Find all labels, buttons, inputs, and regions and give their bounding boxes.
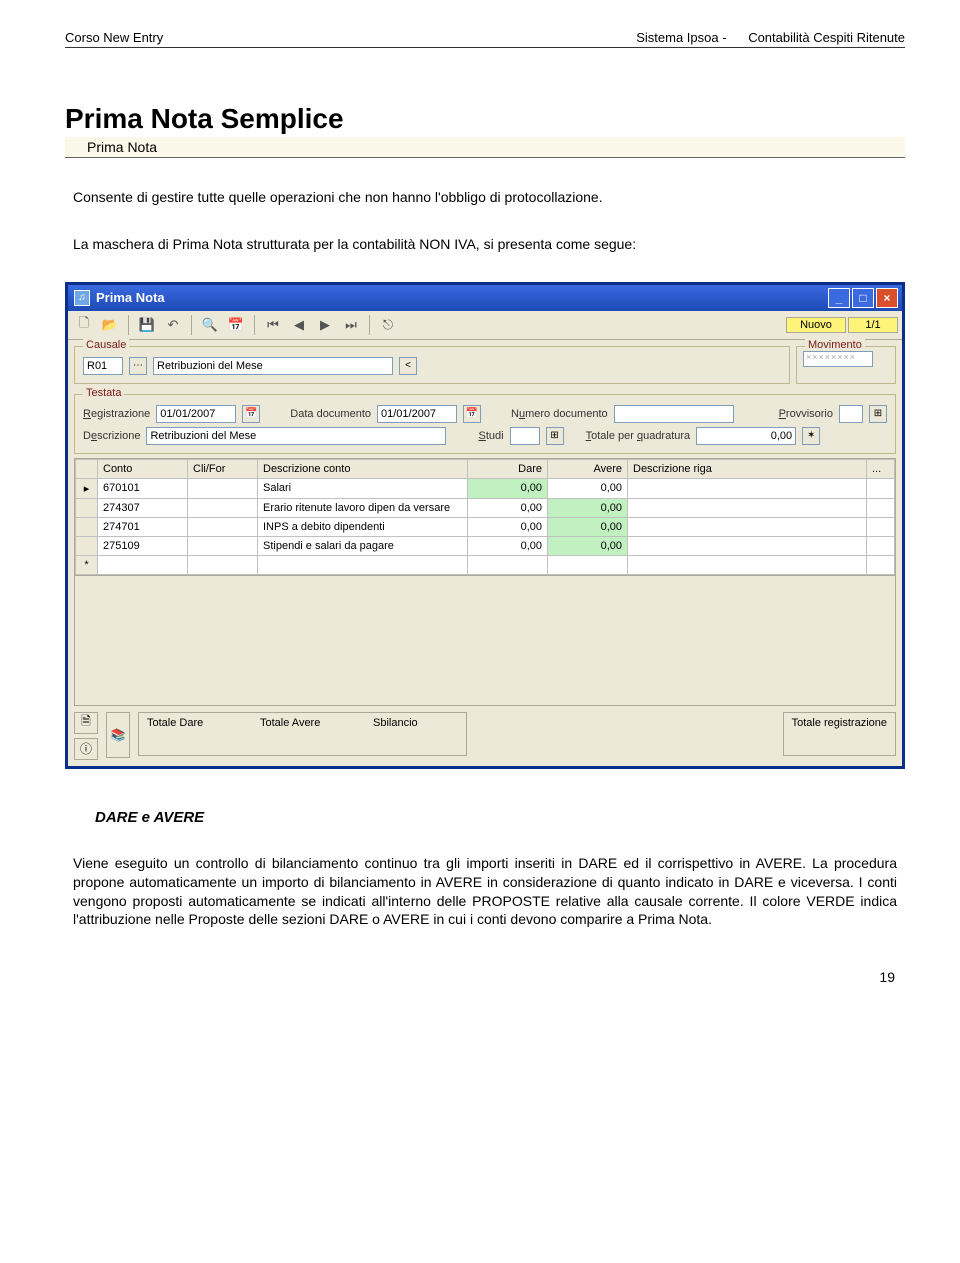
footer-books-icon[interactable]: 📚	[106, 712, 130, 758]
doc-num-label: Numero documento	[511, 408, 608, 420]
causale-code-field[interactable]	[83, 357, 123, 375]
table-row[interactable]: ▸670101Salari0,000,00	[76, 478, 895, 498]
reg-label: Registrazione	[83, 408, 150, 420]
totquad-icon[interactable]: ✶	[802, 427, 820, 445]
first-icon[interactable]: ⏮	[261, 314, 285, 336]
new-icon[interactable]: 🗋	[72, 314, 96, 336]
totals-right: Totale registrazione	[783, 712, 896, 756]
studi-field[interactable]	[510, 427, 540, 445]
page-number: 19	[65, 969, 905, 985]
doc-date-field[interactable]	[377, 405, 457, 423]
totals-left: Totale Dare Totale Avere Sbilancio	[138, 712, 467, 756]
exit-icon[interactable]: ⎋	[376, 314, 400, 336]
studi-label: Studi	[478, 430, 503, 442]
toolbar: 🗋 📂 💾 ↶ 🔍 📅 ⏮ ◀ ▶ ⏭ ⎋ Nuovo 1/1	[68, 311, 902, 340]
causale-lookup-icon[interactable]: ⋯	[129, 357, 147, 375]
col-riga[interactable]: Descrizione riga	[628, 459, 867, 478]
table-row[interactable]: 274307Erario ritenute lavoro dipen da ve…	[76, 498, 895, 517]
section-heading: DARE e AVERE	[95, 809, 905, 826]
col-clifor[interactable]: Cli/For	[188, 459, 258, 478]
col-dare[interactable]: Dare	[468, 459, 548, 478]
doc-date-label: Data documento	[290, 408, 371, 420]
doc-date-picker-icon[interactable]: 📅	[463, 405, 481, 423]
movimento-group: Movimento ××××××××	[796, 346, 896, 384]
page-title: Prima Nota Semplice	[65, 103, 905, 135]
next-icon[interactable]: ▶	[313, 314, 337, 336]
prima-nota-window: ♫ Prima Nota _ □ × 🗋 📂 💾 ↶ 🔍 📅 ⏮	[65, 282, 905, 769]
tot-dare-label: Totale Dare	[147, 717, 232, 729]
prev-icon[interactable]: ◀	[287, 314, 311, 336]
studi-picker-icon[interactable]: ⊞	[546, 427, 564, 445]
window-titlebar: ♫ Prima Nota _ □ ×	[68, 285, 902, 311]
maximize-button[interactable]: □	[852, 288, 874, 308]
calendar-icon[interactable]: 📅	[224, 314, 248, 336]
grid-rowhead-header	[76, 459, 98, 478]
col-conto[interactable]: Conto	[98, 459, 188, 478]
descr-label: Descrizione	[83, 430, 140, 442]
table-row[interactable]: 274701INPS a debito dipendenti0,000,00	[76, 517, 895, 536]
col-avere[interactable]: Avere	[548, 459, 628, 478]
descr-field[interactable]	[146, 427, 446, 445]
movimento-label: Movimento	[805, 339, 865, 351]
table-row[interactable]: 275109Stipendi e salari da pagare0,000,0…	[76, 536, 895, 555]
footer-doc-icon[interactable]: 🗎	[74, 712, 98, 734]
footer-info-icon[interactable]: ⓘ	[74, 738, 98, 760]
tot-reg-label: Totale registrazione	[792, 717, 887, 729]
entries-grid[interactable]: Conto Cli/For Descrizione conto Dare Ave…	[74, 458, 896, 576]
prov-label: Provvisorio	[779, 408, 833, 420]
col-more[interactable]: ...	[867, 459, 895, 478]
last-icon[interactable]: ⏭	[339, 314, 363, 336]
causale-desc-field[interactable]	[153, 357, 393, 375]
intro-text: Consente di gestire tutte quelle operazi…	[73, 188, 905, 207]
find-icon[interactable]: 🔍	[198, 314, 222, 336]
reg-picker-icon[interactable]: 📅	[242, 405, 260, 423]
col-descr[interactable]: Descrizione conto	[258, 459, 468, 478]
header-right: Sistema Ipsoa - Contabilità Cespiti Rite…	[618, 30, 905, 45]
undo-icon[interactable]: ↶	[161, 314, 185, 336]
prov-field[interactable]	[839, 405, 863, 423]
minimize-button[interactable]: _	[828, 288, 850, 308]
movimento-field[interactable]: ××××××××	[803, 351, 873, 367]
open-icon[interactable]: 📂	[98, 314, 122, 336]
app-icon: ♫	[74, 290, 90, 306]
window-title: Prima Nota	[96, 290, 165, 305]
sbilancio-label: Sbilancio	[373, 717, 458, 729]
tot-avere-label: Totale Avere	[260, 717, 345, 729]
window-footer: 🗎 ⓘ 📚 Totale Dare Totale Avere Sbilancio…	[74, 712, 896, 760]
lead-in-text: La maschera di Prima Nota strutturata pe…	[73, 235, 905, 254]
totquad-field[interactable]	[696, 427, 796, 445]
header-module: Contabilità Cespiti Ritenute	[748, 30, 905, 45]
status-new: Nuovo	[786, 317, 846, 333]
status-count: 1/1	[848, 317, 898, 333]
body-text: Viene eseguito un controllo di bilanciam…	[73, 854, 897, 930]
header-system: Sistema Ipsoa -	[636, 30, 726, 45]
prov-picker-icon[interactable]: ⊞	[869, 405, 887, 423]
causale-label: Causale	[83, 339, 129, 351]
grid-empty-area	[74, 576, 896, 706]
totquad-label: Totale per quadratura	[586, 430, 691, 442]
causale-group: Causale ⋯ <	[74, 346, 790, 384]
close-button[interactable]: ×	[876, 288, 898, 308]
reg-field[interactable]	[156, 405, 236, 423]
grid-newrow[interactable]: *	[76, 555, 895, 574]
testata-group: Testata Registrazione 📅 Data documento 📅…	[74, 394, 896, 454]
header-left: Corso New Entry	[65, 30, 163, 45]
testata-label: Testata	[83, 387, 124, 399]
save-icon[interactable]: 💾	[135, 314, 159, 336]
doc-num-field[interactable]	[614, 405, 734, 423]
subtitle-band: Prima Nota	[65, 137, 905, 158]
causale-back-icon[interactable]: <	[399, 357, 417, 375]
page-header: Corso New Entry Sistema Ipsoa - Contabil…	[65, 30, 905, 48]
